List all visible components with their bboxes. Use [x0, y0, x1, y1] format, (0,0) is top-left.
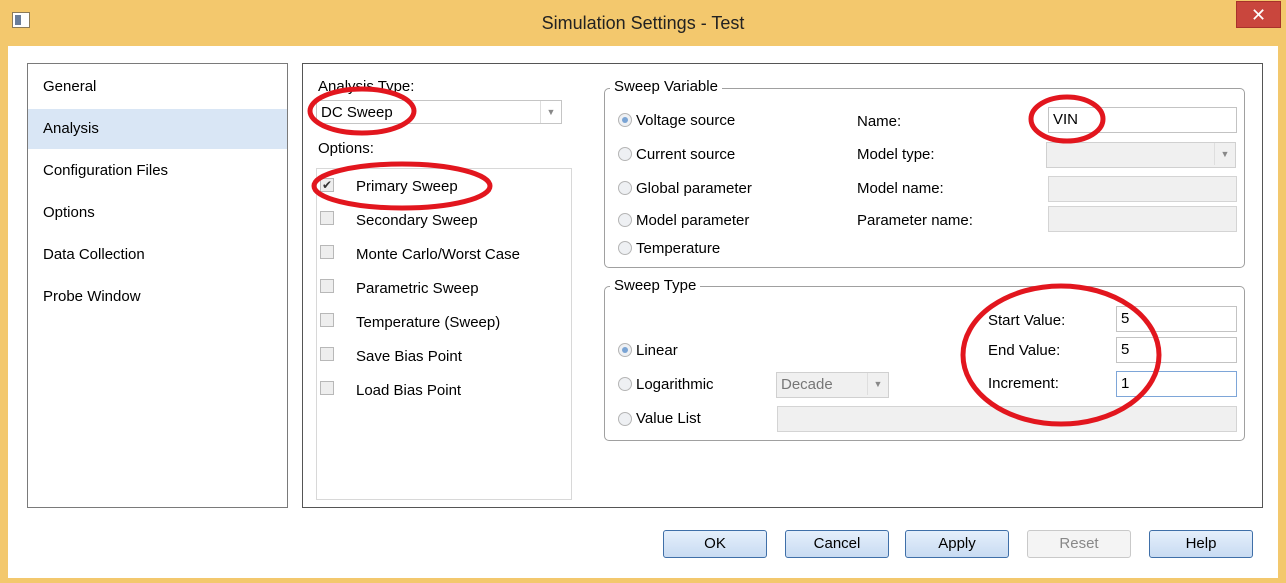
name-label: Name:: [857, 113, 902, 130]
analysis-type-dropdown[interactable]: DC Sweep ▼: [316, 100, 562, 124]
parameter-name-label: Parameter name:: [857, 212, 973, 229]
nav-item-options[interactable]: Options: [28, 193, 287, 233]
temperature-sweep-label[interactable]: Temperature (Sweep): [356, 314, 500, 331]
primary-sweep-label[interactable]: Primary Sweep: [356, 178, 458, 195]
temperature-radio[interactable]: [618, 241, 632, 255]
logarithmic-radio[interactable]: [618, 377, 632, 391]
voltage-source-label[interactable]: Voltage source: [636, 112, 735, 129]
nav-item-configuration-files[interactable]: Configuration Files: [28, 151, 287, 191]
primary-sweep-checkbox[interactable]: ✔: [320, 178, 334, 192]
logarithmic-label[interactable]: Logarithmic: [636, 376, 714, 393]
monte-carlo-label[interactable]: Monte Carlo/Worst Case: [356, 246, 520, 263]
parametric-sweep-label[interactable]: Parametric Sweep: [356, 280, 479, 297]
load-bias-point-checkbox[interactable]: [320, 381, 334, 395]
secondary-sweep-checkbox[interactable]: [320, 211, 334, 225]
model-name-label: Model name:: [857, 180, 944, 197]
ok-button[interactable]: OK: [663, 530, 767, 558]
analysis-type-value: DC Sweep: [321, 104, 393, 121]
model-parameter-label[interactable]: Model parameter: [636, 212, 749, 229]
start-value-input[interactable]: 5: [1116, 306, 1237, 332]
apply-button[interactable]: Apply: [905, 530, 1009, 558]
global-parameter-radio[interactable]: [618, 181, 632, 195]
voltage-source-radio[interactable]: [618, 113, 632, 127]
parameter-name-input[interactable]: [1048, 206, 1237, 232]
model-type-label: Model type:: [857, 146, 935, 163]
value-list-input[interactable]: [777, 406, 1237, 432]
chevron-down-icon: ▼: [1214, 143, 1235, 165]
parametric-sweep-checkbox[interactable]: [320, 279, 334, 293]
current-source-radio[interactable]: [618, 147, 632, 161]
secondary-sweep-label[interactable]: Secondary Sweep: [356, 212, 478, 229]
linear-label[interactable]: Linear: [636, 342, 678, 359]
model-type-dropdown[interactable]: ▼: [1046, 142, 1236, 168]
increment-input[interactable]: 1: [1116, 371, 1237, 397]
simulation-settings-window: Simulation Settings - Test ✕ General Ana…: [0, 0, 1286, 583]
nav-item-analysis[interactable]: Analysis: [28, 109, 287, 149]
linear-radio[interactable]: [618, 343, 632, 357]
end-value-label: End Value:: [988, 342, 1061, 359]
nav-item-probe-window[interactable]: Probe Window: [28, 277, 287, 317]
window-title: Simulation Settings - Test: [541, 13, 745, 33]
close-icon: ✕: [1250, 5, 1267, 25]
log-scale-value: Decade: [781, 376, 833, 393]
current-source-label[interactable]: Current source: [636, 146, 735, 163]
nav-item-data-collection[interactable]: Data Collection: [28, 235, 287, 275]
increment-label: Increment:: [988, 375, 1059, 392]
temperature-label[interactable]: Temperature: [636, 240, 720, 257]
end-value-input[interactable]: 5: [1116, 337, 1237, 363]
save-bias-point-label[interactable]: Save Bias Point: [356, 348, 462, 365]
value-list-label[interactable]: Value List: [636, 410, 701, 427]
close-button[interactable]: ✕: [1236, 1, 1281, 28]
chevron-down-icon: ▼: [540, 101, 561, 123]
analysis-type-label: Analysis Type:: [318, 78, 415, 95]
temperature-sweep-checkbox[interactable]: [320, 313, 334, 327]
cancel-button[interactable]: Cancel: [785, 530, 889, 558]
model-parameter-radio[interactable]: [618, 213, 632, 227]
monte-carlo-checkbox[interactable]: [320, 245, 334, 259]
save-bias-point-checkbox[interactable]: [320, 347, 334, 361]
reset-button[interactable]: Reset: [1027, 530, 1131, 558]
model-name-input[interactable]: [1048, 176, 1237, 202]
value-list-radio[interactable]: [618, 412, 632, 426]
sweep-type-heading: Sweep Type: [610, 277, 701, 294]
sweep-variable-heading: Sweep Variable: [610, 78, 722, 95]
settings-category-list: General Analysis Configuration Files Opt…: [27, 63, 288, 508]
options-label: Options:: [318, 140, 374, 157]
name-input[interactable]: VIN: [1048, 107, 1237, 133]
help-button[interactable]: Help: [1149, 530, 1253, 558]
start-value-label: Start Value:: [988, 312, 1066, 329]
chevron-down-icon: ▼: [867, 373, 888, 395]
title-bar[interactable]: Simulation Settings - Test ✕: [0, 0, 1286, 46]
load-bias-point-label[interactable]: Load Bias Point: [356, 382, 461, 399]
log-scale-dropdown[interactable]: Decade ▼: [776, 372, 889, 398]
global-parameter-label[interactable]: Global parameter: [636, 180, 752, 197]
nav-item-general[interactable]: General: [28, 67, 287, 107]
